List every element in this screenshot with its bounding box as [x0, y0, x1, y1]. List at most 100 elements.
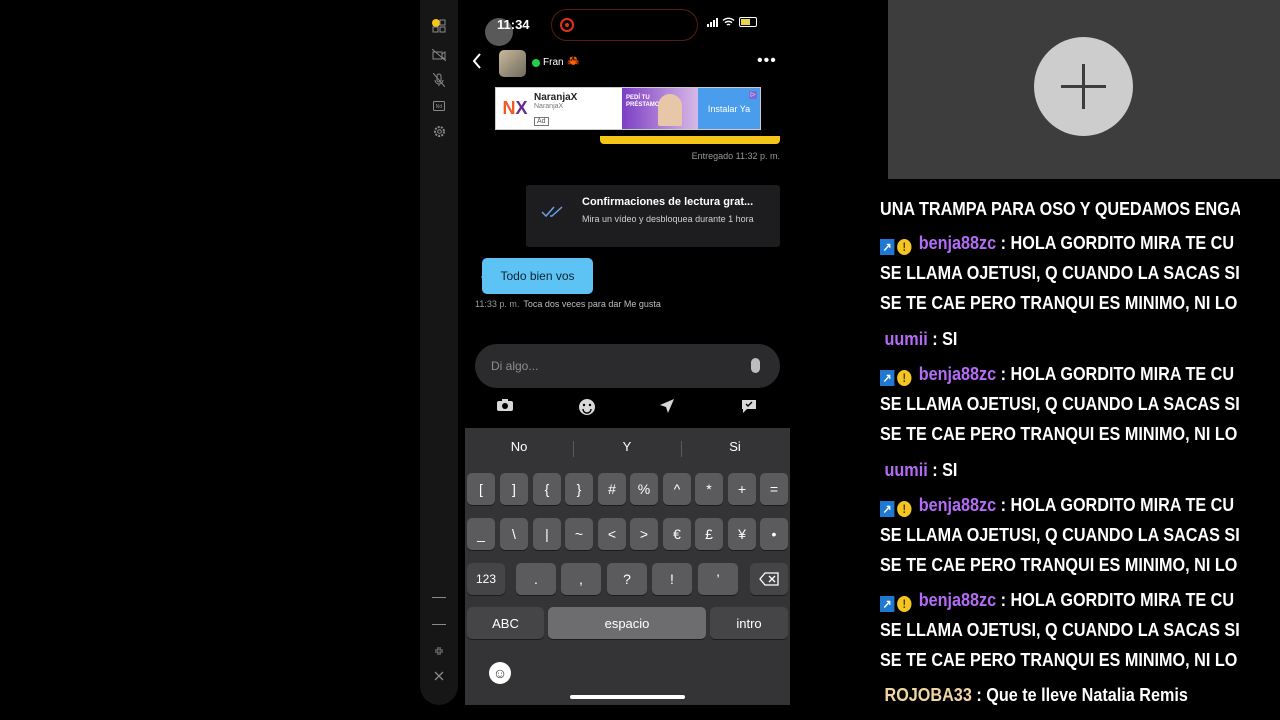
coin-badge-icon: ! [897, 596, 912, 612]
broadcaster-badge-icon: ↗ [880, 370, 895, 386]
chat-username[interactable]: benja88zc [919, 233, 996, 253]
emoji-keyboard-icon[interactable]: ☺ [489, 662, 511, 684]
chat-username[interactable]: ROJOBA33 [885, 685, 972, 705]
key[interactable]: ~ [565, 518, 593, 550]
contact-emoji: 🦀 [567, 56, 580, 67]
key[interactable]: % [630, 473, 658, 505]
key[interactable]: + [728, 473, 756, 505]
chat-message-text: SE TE CAE PERO TRANQUI ES MINIMO, NI LO [880, 650, 1238, 670]
key[interactable]: * [695, 473, 723, 505]
key[interactable]: . [516, 563, 556, 595]
key[interactable]: € [663, 518, 691, 550]
location-arrow-icon[interactable] [657, 398, 677, 418]
message-time: 11:33 p. m. [475, 299, 520, 309]
chat-header: Fran 🦀 ••• [465, 48, 790, 80]
mic-off-icon[interactable] [431, 72, 447, 88]
back-chevron-icon[interactable] [471, 52, 483, 76]
settings-gear-icon[interactable] [431, 123, 447, 139]
ad-info-icon[interactable]: ▷ [749, 91, 757, 99]
key[interactable]: ? [607, 563, 647, 595]
contact-name[interactable]: Fran [543, 57, 564, 68]
online-status-icon [532, 59, 540, 67]
key[interactable]: £ [695, 518, 723, 550]
message-bubble[interactable]: Todo bien vos [481, 258, 593, 294]
camera-placeholder [888, 0, 1280, 179]
key[interactable]: ’ [698, 563, 738, 595]
read-receipts-card[interactable]: Confirmaciones de lectura grat... Mira u… [526, 185, 780, 247]
ad-banner[interactable]: NX NaranjaX NaranjaX Ad PEDÍ TU PRÉSTAMO… [495, 87, 761, 130]
avatar[interactable] [499, 50, 526, 77]
key[interactable]: , [561, 563, 601, 595]
space-key[interactable]: espacio [548, 607, 706, 639]
chat-message-text: : Que te lleve Natalia Remis [976, 685, 1188, 705]
chat-message-text: UNA TRAMPA PARA OSO Y QUEDAMOS ENGA [880, 199, 1240, 219]
sent-snap-bar[interactable] [600, 136, 780, 144]
chat-username[interactable]: uumii [885, 329, 928, 349]
key[interactable]: > [630, 518, 658, 550]
camera-icon[interactable] [495, 398, 515, 418]
chat-message: ↗! benja88zc : HOLA GORDITO MIRA TE CU SE… [880, 585, 1240, 675]
message-input[interactable] [491, 356, 731, 376]
key[interactable]: # [598, 473, 626, 505]
chat-tools [465, 396, 790, 420]
chat-message-text: SE LLAMA OJETUSI, Q CUANDO LA SACAS SI [880, 620, 1240, 640]
ad-image: PEDÍ TU PRÉSTAMO [622, 88, 698, 129]
suggestion-1[interactable]: No [465, 439, 573, 454]
coin-badge-icon: ! [897, 370, 912, 386]
chat-username[interactable]: benja88zc [919, 590, 996, 610]
chat-message-text: SE TE CAE PERO TRANQUI ES MINIMO, NI LO [880, 555, 1238, 575]
key[interactable]: ! [652, 563, 692, 595]
key[interactable]: { [533, 473, 561, 505]
abc-key[interactable]: ABC [467, 607, 544, 639]
key[interactable]: < [598, 518, 626, 550]
close-icon[interactable] [431, 668, 447, 684]
screen-recorder-toolbar: Nd [420, 0, 458, 705]
chat-message: ↗! benja88zc : HOLA GORDITO MIRA TE CU SE… [880, 490, 1240, 580]
key[interactable]: • [760, 518, 788, 550]
ad-install-button[interactable]: Instalar Ya ▷ [698, 88, 760, 129]
coin-badge-icon: ! [897, 501, 912, 517]
suggestion-3[interactable]: Si [681, 439, 789, 454]
key[interactable]: } [565, 473, 593, 505]
key[interactable]: ¥ [728, 518, 756, 550]
collapse-icon[interactable] [431, 643, 447, 659]
apps-icon[interactable] [431, 18, 447, 34]
resolution-icon[interactable]: Nd [431, 98, 447, 114]
ad-cta-label: Instalar Ya [707, 103, 751, 114]
quick-reply-icon[interactable] [739, 398, 759, 418]
ad-image-text: PEDÍ TU PRÉSTAMO [626, 95, 660, 108]
divider [432, 597, 446, 598]
enter-key[interactable]: intro [710, 607, 788, 639]
chat-message: uumii : SI [885, 455, 958, 485]
read-receipts-title: Confirmaciones de lectura grat... [582, 196, 754, 208]
key[interactable]: ] [500, 473, 528, 505]
battery-icon [739, 17, 757, 27]
microphone-icon[interactable] [751, 358, 760, 373]
key[interactable]: _ [467, 518, 495, 550]
status-icons [707, 17, 757, 27]
key[interactable]: \ [500, 518, 528, 550]
keyboard: No Y Si [ ] { } # % ^ * + = _ \ | ~ < > … [465, 428, 790, 705]
wifi-icon [722, 17, 735, 26]
chat-username[interactable]: benja88zc [919, 495, 996, 515]
sticker-emoji-icon[interactable] [577, 398, 597, 418]
chat-username[interactable]: benja88zc [919, 364, 996, 384]
chat-message-text: : HOLA GORDITO MIRA TE CU [1000, 590, 1235, 610]
chat-username[interactable]: uumii [885, 460, 928, 480]
key[interactable]: ^ [663, 473, 691, 505]
suggestion-2[interactable]: Y [573, 439, 681, 454]
recording-icon [560, 18, 574, 32]
key[interactable]: = [760, 473, 788, 505]
backspace-key[interactable] [750, 563, 788, 595]
message-input-box[interactable] [475, 344, 780, 388]
ad-brand-sub: NaranjaX [534, 103, 564, 110]
add-camera-icon[interactable] [1034, 37, 1133, 136]
home-indicator[interactable] [570, 695, 685, 699]
key[interactable]: [ [467, 473, 495, 505]
more-options-icon[interactable]: ••• [757, 52, 777, 70]
numbers-mode-key[interactable]: 123 [467, 563, 505, 595]
minimize-icon[interactable] [432, 624, 446, 625]
key[interactable]: | [533, 518, 561, 550]
camera-off-icon[interactable] [431, 47, 447, 63]
chat-message-text: : SI [932, 460, 958, 480]
